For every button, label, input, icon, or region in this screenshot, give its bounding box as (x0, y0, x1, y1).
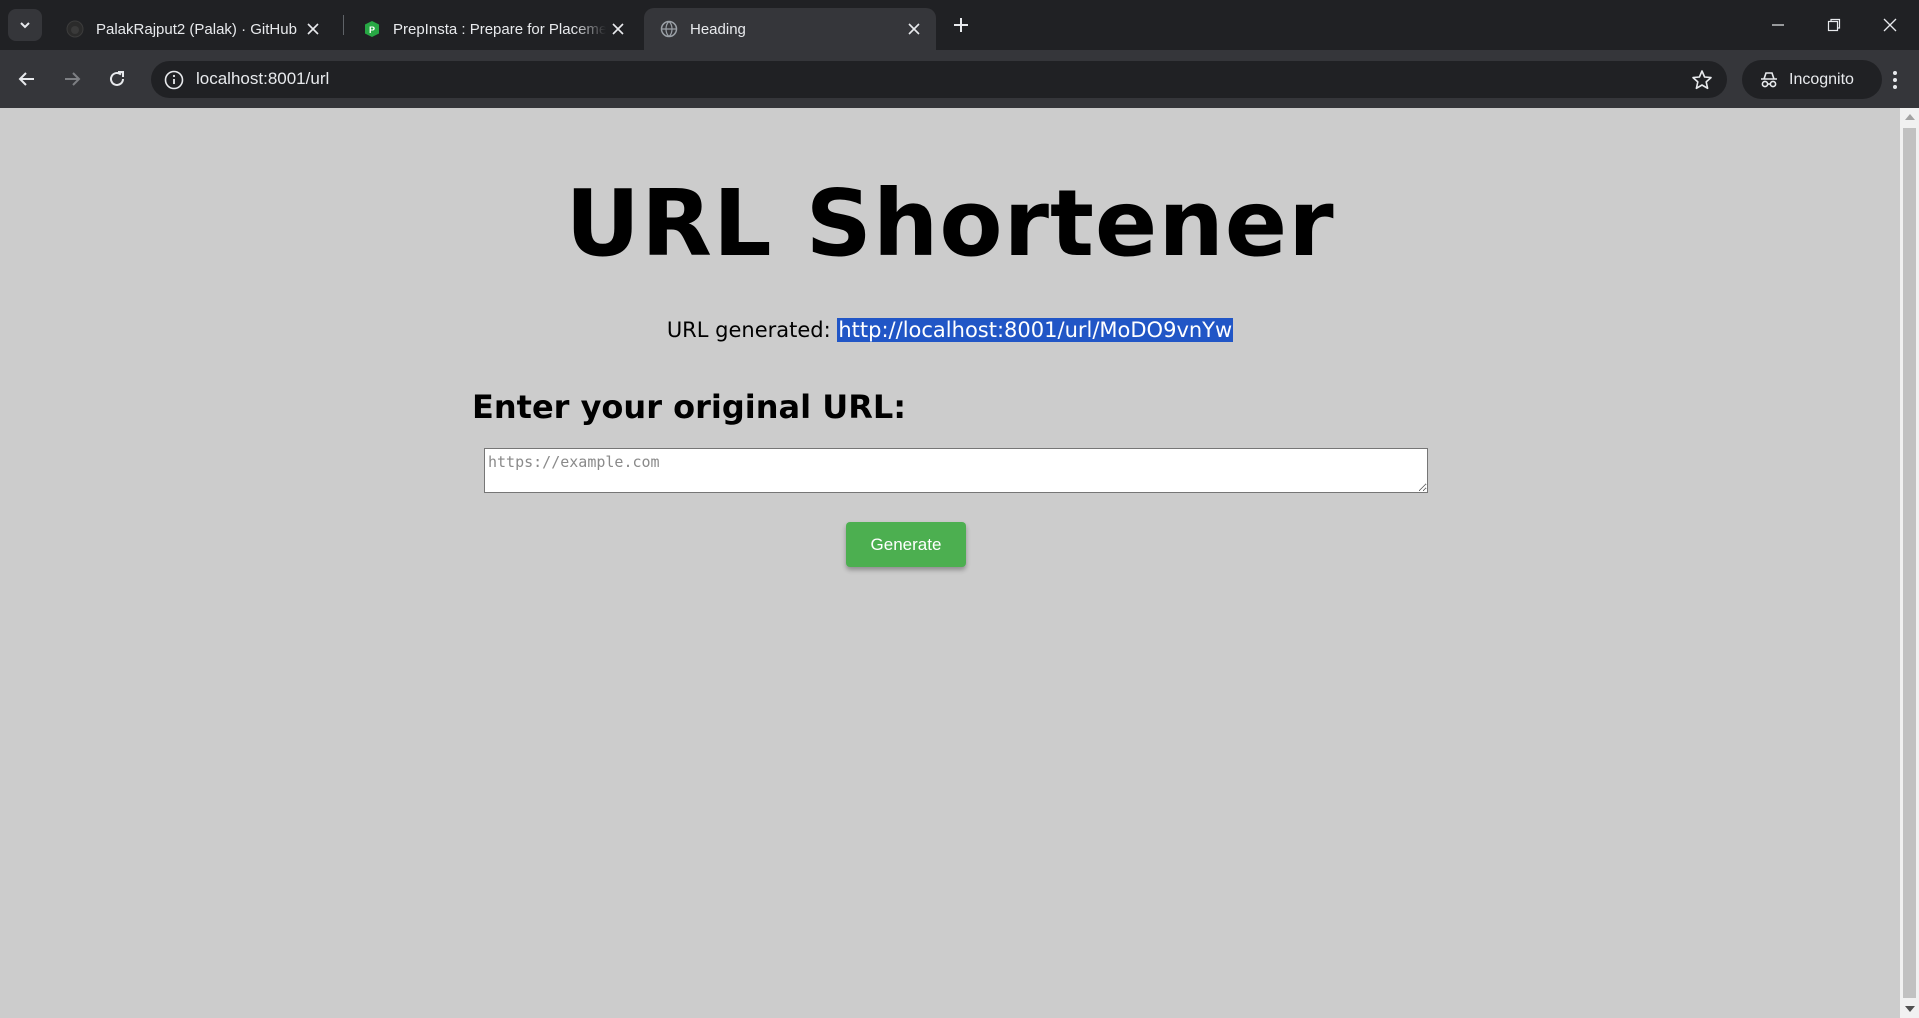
tab-strip: PalakRajput2 (Palak) · GitHub P PrepInst… (0, 0, 1919, 50)
plus-icon (954, 18, 968, 32)
new-tab-button[interactable] (944, 8, 978, 42)
chevron-down-icon (20, 22, 30, 29)
form-heading: Enter your original URL: (472, 388, 907, 426)
generated-url-label: URL generated: (666, 318, 838, 342)
tab-title: PrepInsta : Prepare for Placements (393, 20, 606, 38)
close-icon (1883, 18, 1897, 32)
generated-url-line: URL generated: http://localhost:8001/url… (0, 318, 1900, 342)
more-vertical-icon (1893, 71, 1897, 89)
minimize-icon (1772, 24, 1784, 26)
original-url-input[interactable] (484, 448, 1428, 493)
back-button[interactable] (10, 62, 44, 96)
tab-prepinsta[interactable]: P PrepInsta : Prepare for Placements (347, 8, 640, 50)
tab-heading[interactable]: Heading (644, 8, 936, 50)
page-scrollbar[interactable] (1900, 108, 1919, 1018)
close-tab-icon[interactable] (606, 17, 630, 41)
minimize-button[interactable] (1750, 0, 1806, 50)
generated-url-link[interactable]: http://localhost:8001/url/MoDO9vnYw (837, 318, 1234, 342)
restore-icon (1827, 18, 1841, 32)
tab-title: Heading (690, 20, 746, 38)
close-tab-icon[interactable] (301, 17, 325, 41)
forward-button[interactable] (55, 62, 89, 96)
tab-github[interactable]: PalakRajput2 (Palak) · GitHub (50, 8, 335, 50)
page-viewport: URL Shortener URL generated: http://loca… (0, 108, 1900, 1018)
tab-title: PalakRajput2 (Palak) · GitHub (96, 20, 297, 38)
incognito-icon (1761, 71, 1777, 87)
reload-icon (110, 71, 124, 86)
restore-button[interactable] (1806, 0, 1862, 50)
address-bar[interactable]: localhost:8001/url (151, 61, 1727, 98)
scroll-down-arrow[interactable] (1905, 1006, 1915, 1012)
tab-divider (343, 15, 344, 35)
arrow-left-icon (18, 72, 34, 86)
prepinsta-icon: P (365, 21, 379, 37)
incognito-profile-button[interactable]: Incognito (1742, 60, 1882, 99)
globe-icon (660, 20, 678, 38)
tab-search-button[interactable] (8, 9, 42, 41)
arrow-right-icon (65, 72, 81, 86)
svg-text:P: P (369, 25, 375, 35)
generate-button[interactable]: Generate (846, 522, 966, 567)
close-window-button[interactable] (1862, 0, 1918, 50)
browser-toolbar: localhost:8001/url Incognito (0, 50, 1919, 108)
page-title: URL Shortener (565, 170, 1335, 277)
incognito-label: Incognito (1789, 70, 1854, 88)
github-icon (66, 20, 84, 38)
scroll-up-arrow[interactable] (1905, 114, 1915, 120)
close-tab-icon[interactable] (902, 17, 926, 41)
browser-menu-button[interactable] (1880, 65, 1910, 95)
address-text: localhost:8001/url (196, 69, 330, 88)
scrollbar-thumb[interactable] (1903, 128, 1916, 998)
bookmark-star-icon[interactable] (1691, 69, 1713, 91)
reload-button[interactable] (100, 62, 134, 96)
info-icon[interactable] (163, 69, 185, 91)
